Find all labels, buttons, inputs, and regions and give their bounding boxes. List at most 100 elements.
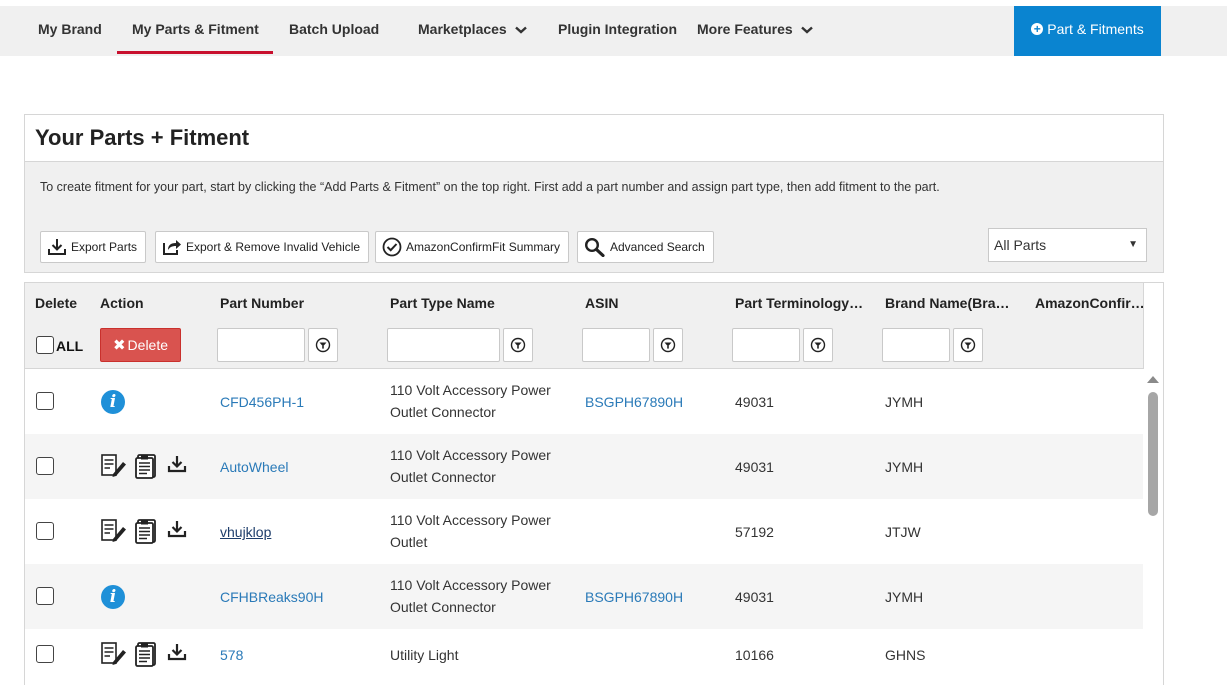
col-header-delete[interactable]: Delete: [35, 295, 77, 311]
add-part-fitment-button[interactable]: + Part & Fitments: [1014, 6, 1161, 56]
nav-my-parts-fitment[interactable]: My Parts & Fitment: [117, 6, 273, 56]
delete-button-label: Delete: [127, 337, 169, 353]
table-row: AutoWheel 110 Volt Accessory Power Outle…: [25, 434, 1143, 499]
part-type-filter-button[interactable]: [503, 328, 533, 362]
table-row: i CFD456PH-1 110 Volt Accessory Power Ou…: [25, 369, 1143, 434]
col-header-part-number[interactable]: Part Number: [220, 295, 304, 311]
nav-batch-upload-label: Batch Upload: [289, 21, 380, 37]
part-type-line-1: 110 Volt Accessory Power: [390, 512, 551, 528]
row-checkbox[interactable]: [36, 645, 54, 663]
part-type-line-1: 110 Volt Accessory Power: [390, 382, 551, 398]
nav-my-brand[interactable]: My Brand: [38, 6, 102, 56]
chevron-down-icon: [514, 6, 527, 52]
amazon-confirmfit-summary-button[interactable]: AmazonConfirmFit Summary: [375, 231, 570, 263]
parts-grid: Delete Action Part Number Part Type Name…: [24, 282, 1164, 685]
export-parts-button[interactable]: Export Parts: [40, 231, 147, 263]
part-type-filter-input[interactable]: [387, 328, 500, 362]
part-type-line-2: Outlet Connector: [390, 599, 496, 615]
part-number-filter-input[interactable]: [217, 328, 305, 362]
edit-icon[interactable]: [101, 454, 127, 478]
clipboard-icon[interactable]: [135, 451, 157, 479]
parts-filter-value: All Parts: [994, 237, 1047, 253]
info-icon[interactable]: i: [101, 585, 125, 609]
filter-icon: [810, 337, 826, 353]
asin-filter-button[interactable]: [653, 328, 683, 362]
parts-filter-select[interactable]: All Parts ▼: [988, 228, 1147, 262]
edit-icon[interactable]: [101, 519, 127, 543]
scrollbar-thumb[interactable]: [1148, 392, 1158, 516]
nav-more-features[interactable]: More Features: [697, 6, 813, 56]
row-checkbox[interactable]: [36, 522, 54, 540]
table-row: i CFHBReaks90H 110 Volt Accessory Power …: [25, 564, 1143, 629]
export-parts-label: Export Parts: [71, 240, 138, 254]
col-header-amazon[interactable]: AmazonConfir…: [1035, 295, 1145, 311]
brand-filter-button[interactable]: [953, 328, 983, 362]
delete-button[interactable]: ✖ Delete: [100, 328, 181, 362]
col-header-action[interactable]: Action: [100, 295, 144, 311]
col-header-asin[interactable]: ASIN: [585, 295, 618, 311]
download-icon: [48, 239, 66, 255]
brand-cell: GHNS: [885, 647, 926, 663]
part-number-link[interactable]: CFHBReaks90H: [220, 589, 323, 605]
caret-down-icon: ▼: [1128, 239, 1138, 250]
nav-marketplaces-label: Marketplaces: [418, 21, 507, 37]
info-icon[interactable]: i: [101, 390, 125, 414]
download-icon[interactable]: [167, 643, 187, 661]
select-all-checkbox[interactable]: [36, 336, 54, 354]
nav-plugin-label: Plugin Integration: [558, 21, 677, 37]
export-remove-label: Export & Remove Invalid Vehicle: [186, 240, 361, 254]
part-type-cell: 110 Volt Accessory Power Outlet Connecto…: [390, 379, 551, 423]
part-number-link[interactable]: 578: [220, 647, 243, 663]
part-number-link[interactable]: AutoWheel: [220, 459, 288, 475]
filter-icon: [315, 337, 331, 353]
nav-my-parts-label: My Parts & Fitment: [132, 21, 259, 37]
download-icon[interactable]: [167, 455, 187, 473]
part-type-cell: 110 Volt Accessory Power Outlet Connecto…: [390, 444, 551, 488]
brand-cell: JYMH: [885, 394, 924, 410]
asin-link[interactable]: BSGPH67890H: [585, 589, 683, 605]
nav-batch-upload[interactable]: Batch Upload: [289, 6, 379, 56]
download-icon[interactable]: [167, 520, 187, 538]
col-header-terminology[interactable]: Part Terminology…: [735, 295, 871, 311]
terminology-cell: 10166: [735, 647, 774, 663]
col-header-part-type[interactable]: Part Type Name: [390, 295, 495, 311]
brand-cell: JYMH: [885, 589, 924, 605]
part-type-line-2: Outlet Connector: [390, 404, 496, 420]
table-row: vhujklop 110 Volt Accessory Power Outlet…: [25, 499, 1143, 564]
row-checkbox[interactable]: [36, 587, 54, 605]
select-all-label: ALL: [56, 338, 84, 354]
page-title: Your Parts + Fitment: [35, 125, 250, 150]
filter-icon: [510, 337, 526, 353]
asin-link[interactable]: BSGPH67890H: [585, 394, 683, 410]
asin-filter-input[interactable]: [582, 328, 650, 362]
brand-filter-input[interactable]: [882, 328, 950, 362]
add-part-fitment-label: Part & Fitments: [1047, 21, 1144, 37]
col-header-brand[interactable]: Brand Name(Bra…: [885, 295, 1015, 311]
clipboard-icon[interactable]: [135, 639, 157, 667]
part-number-filter-button[interactable]: [308, 328, 338, 362]
advanced-search-button[interactable]: Advanced Search: [577, 231, 714, 263]
scroll-up-arrow-icon[interactable]: [1147, 376, 1159, 383]
terminology-filter-button[interactable]: [803, 328, 833, 362]
part-number-link[interactable]: CFD456PH-1: [220, 394, 304, 410]
amazon-summary-label: AmazonConfirmFit Summary: [406, 240, 561, 254]
share-icon: [163, 240, 181, 255]
edit-icon[interactable]: [101, 642, 127, 666]
grid-header: Delete Action Part Number Part Type Name…: [25, 283, 1145, 369]
terminology-cell: 57192: [735, 524, 774, 540]
terminology-filter-input[interactable]: [732, 328, 800, 362]
header-divider: [1143, 283, 1144, 369]
panel-description: To create fitment for your part, start b…: [40, 180, 940, 194]
clipboard-icon[interactable]: [135, 516, 157, 544]
nav-plugin-integration[interactable]: Plugin Integration: [558, 6, 677, 56]
parts-panel: Your Parts + Fitment To create fitment f…: [24, 114, 1164, 273]
nav-more-features-label: More Features: [697, 21, 793, 37]
filter-icon: [660, 337, 676, 353]
export-remove-invalid-button[interactable]: Export & Remove Invalid Vehicle: [155, 231, 370, 263]
row-checkbox[interactable]: [36, 392, 54, 410]
table-row: 578 Utility Light 10166 GHNS: [25, 629, 1143, 685]
row-checkbox[interactable]: [36, 457, 54, 475]
terminology-cell: 49031: [735, 459, 774, 475]
nav-marketplaces[interactable]: Marketplaces: [418, 6, 527, 56]
part-number-link[interactable]: vhujklop: [220, 524, 271, 540]
